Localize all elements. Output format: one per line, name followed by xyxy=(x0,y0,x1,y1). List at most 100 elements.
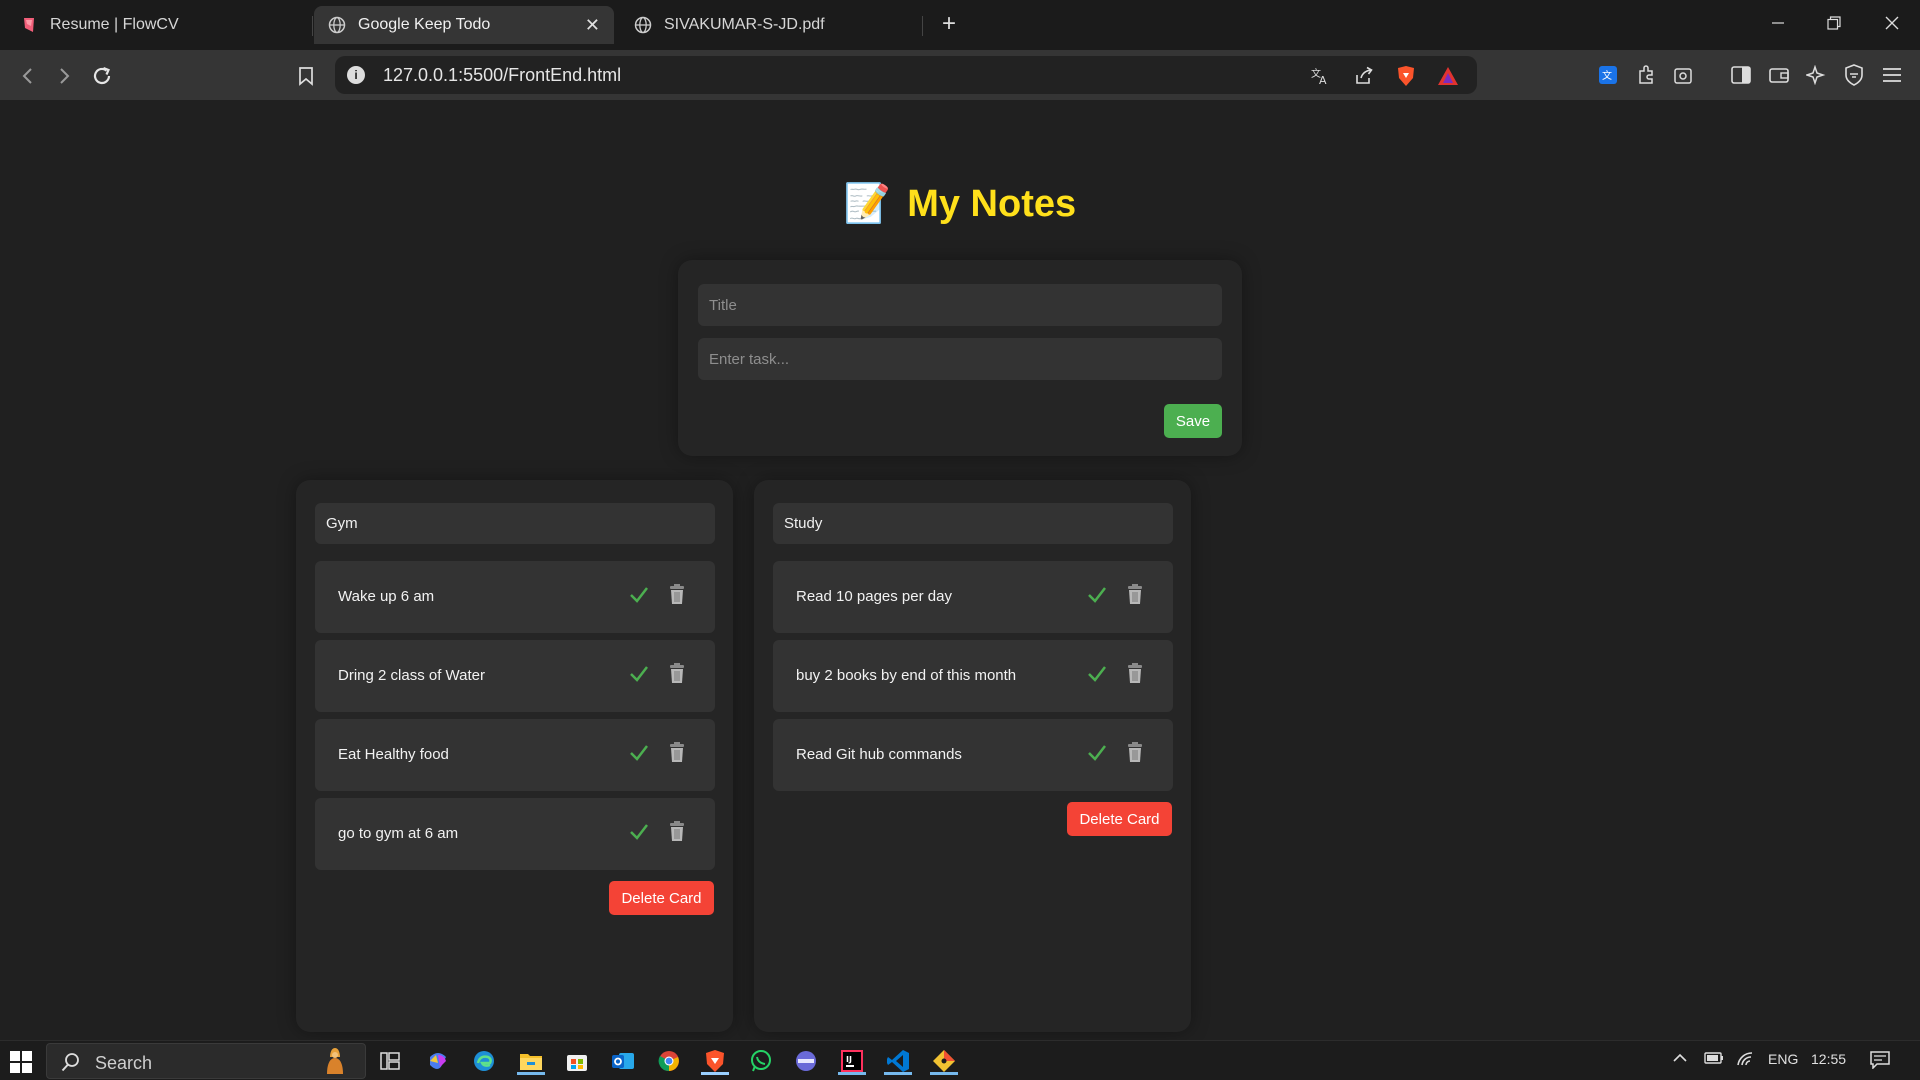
brave-browser-icon[interactable] xyxy=(701,1047,729,1075)
site-info-icon[interactable]: i xyxy=(347,66,365,84)
wifi-icon[interactable] xyxy=(1736,1051,1756,1070)
check-icon[interactable] xyxy=(629,663,649,683)
task-text: buy 2 books by end of this month xyxy=(796,667,1017,684)
file-explorer-icon[interactable] xyxy=(517,1047,545,1075)
trash-icon[interactable] xyxy=(1125,583,1145,605)
reload-button[interactable] xyxy=(88,62,116,90)
close-tab-icon[interactable]: ✕ xyxy=(585,15,600,36)
windows-taskbar: Search IJ ENG 12:55 xyxy=(0,1040,1920,1080)
brave-shields-icon[interactable] xyxy=(1395,65,1417,87)
share-icon[interactable] xyxy=(1353,65,1375,87)
trash-icon[interactable] xyxy=(667,583,687,605)
trash-icon[interactable] xyxy=(667,741,687,763)
note-card-gym: Gym Wake up 6 am Dring 2 class of Water … xyxy=(296,480,733,1032)
svg-text:IJ: IJ xyxy=(846,1055,852,1064)
minimize-button[interactable] xyxy=(1758,8,1798,38)
delete-card-button[interactable]: Delete Card xyxy=(609,881,714,915)
edge-icon[interactable] xyxy=(470,1047,498,1075)
media-search-icon[interactable] xyxy=(1670,62,1696,88)
bookmark-icon[interactable] xyxy=(292,62,320,90)
note-form: Save xyxy=(678,260,1242,456)
task-item: Eat Healthy food xyxy=(315,719,715,791)
microsoft-store-icon[interactable] xyxy=(563,1047,591,1075)
trash-icon[interactable] xyxy=(1125,662,1145,684)
vscode-icon[interactable] xyxy=(884,1047,912,1075)
task-item: Dring 2 class of Water xyxy=(315,640,715,712)
vpn-icon[interactable] xyxy=(1841,62,1867,88)
delete-card-button[interactable]: Delete Card xyxy=(1067,802,1172,836)
globe-icon xyxy=(634,16,652,34)
windows-start-icon[interactable] xyxy=(10,1051,32,1073)
extensions-icon[interactable] xyxy=(1633,62,1659,88)
url-text[interactable]: 127.0.0.1:5500/FrontEnd.html xyxy=(383,65,621,86)
notifications-icon[interactable] xyxy=(1870,1051,1890,1072)
restore-button[interactable] xyxy=(1814,8,1854,38)
tab-pdf[interactable]: SIVAKUMAR-S-JD.pdf xyxy=(620,6,920,44)
page-title: My Notes xyxy=(907,182,1077,225)
leo-ai-icon[interactable] xyxy=(1803,62,1829,88)
card-title: Gym xyxy=(315,503,715,544)
active-app-indicator xyxy=(701,1072,729,1075)
tab-resume-flowcv[interactable]: Resume | FlowCV xyxy=(6,6,306,44)
translate-extension-icon[interactable]: 文 xyxy=(1595,62,1621,88)
active-app-indicator xyxy=(838,1072,866,1075)
new-tab-button[interactable]: + xyxy=(935,10,963,38)
check-icon[interactable] xyxy=(1087,742,1107,762)
show-hidden-icons[interactable] xyxy=(1672,1051,1688,1068)
page-heading: 📝 My Notes xyxy=(0,182,1920,226)
sidebar-icon[interactable] xyxy=(1728,62,1754,88)
whatsapp-icon[interactable] xyxy=(747,1047,775,1075)
task-item: Read 10 pages per day xyxy=(773,561,1173,633)
active-app-indicator xyxy=(930,1072,958,1075)
tab-label: Resume | FlowCV xyxy=(50,16,179,33)
task-input[interactable] xyxy=(698,338,1222,380)
app-icon[interactable] xyxy=(792,1047,820,1075)
translate-icon[interactable]: 文A xyxy=(1309,65,1331,87)
menu-icon[interactable] xyxy=(1879,62,1905,88)
check-icon[interactable] xyxy=(629,742,649,762)
back-button[interactable] xyxy=(14,62,42,90)
taskbar-search-box[interactable]: Search xyxy=(46,1043,366,1079)
task-text: Read 10 pages per day xyxy=(796,588,952,605)
check-icon[interactable] xyxy=(629,584,649,604)
search-highlight-icon xyxy=(327,1048,343,1074)
task-view-icon[interactable] xyxy=(376,1047,404,1075)
copilot-icon[interactable] xyxy=(424,1047,452,1075)
trash-icon[interactable] xyxy=(667,662,687,684)
browser-tabstrip: Resume | FlowCV Google Keep Todo ✕ SIVAK… xyxy=(0,0,1920,50)
wallet-icon[interactable] xyxy=(1766,62,1792,88)
task-item: Wake up 6 am xyxy=(315,561,715,633)
card-title: Study xyxy=(773,503,1173,544)
brave-rewards-icon[interactable] xyxy=(1437,65,1459,87)
task-text: Read Git hub commands xyxy=(796,746,962,763)
check-icon[interactable] xyxy=(1087,584,1107,604)
forward-button[interactable] xyxy=(50,62,78,90)
battery-icon[interactable] xyxy=(1704,1051,1724,1068)
task-text: Eat Healthy food xyxy=(338,746,449,763)
tab-separator xyxy=(922,16,923,36)
save-button[interactable]: Save xyxy=(1164,404,1222,438)
task-item: go to gym at 6 am xyxy=(315,798,715,870)
tab-label: Google Keep Todo xyxy=(358,16,491,33)
outlook-icon[interactable] xyxy=(609,1047,637,1075)
clock[interactable]: 12:55 xyxy=(1811,1051,1846,1067)
trash-icon[interactable] xyxy=(667,820,687,842)
check-icon[interactable] xyxy=(1087,663,1107,683)
tab-label: SIVAKUMAR-S-JD.pdf xyxy=(664,16,825,33)
trash-icon[interactable] xyxy=(1125,741,1145,763)
svg-text:文: 文 xyxy=(1602,69,1612,82)
check-icon[interactable] xyxy=(629,821,649,841)
intellij-icon[interactable]: IJ xyxy=(838,1047,866,1075)
title-input[interactable] xyxy=(698,284,1222,326)
svg-text:A: A xyxy=(1319,74,1327,86)
task-text: go to gym at 6 am xyxy=(338,825,459,842)
chrome-icon[interactable] xyxy=(655,1047,683,1075)
tab-google-keep-todo[interactable]: Google Keep Todo ✕ xyxy=(314,6,614,44)
close-window-button[interactable] xyxy=(1872,8,1912,38)
search-label: Search xyxy=(95,1053,153,1073)
memo-icon: 📝 xyxy=(843,183,892,225)
active-app-indicator xyxy=(884,1072,912,1075)
git-icon[interactable] xyxy=(930,1047,958,1075)
address-bar[interactable]: i 127.0.0.1:5500/FrontEnd.html 文A xyxy=(335,56,1477,94)
language-indicator[interactable]: ENG xyxy=(1768,1051,1798,1067)
